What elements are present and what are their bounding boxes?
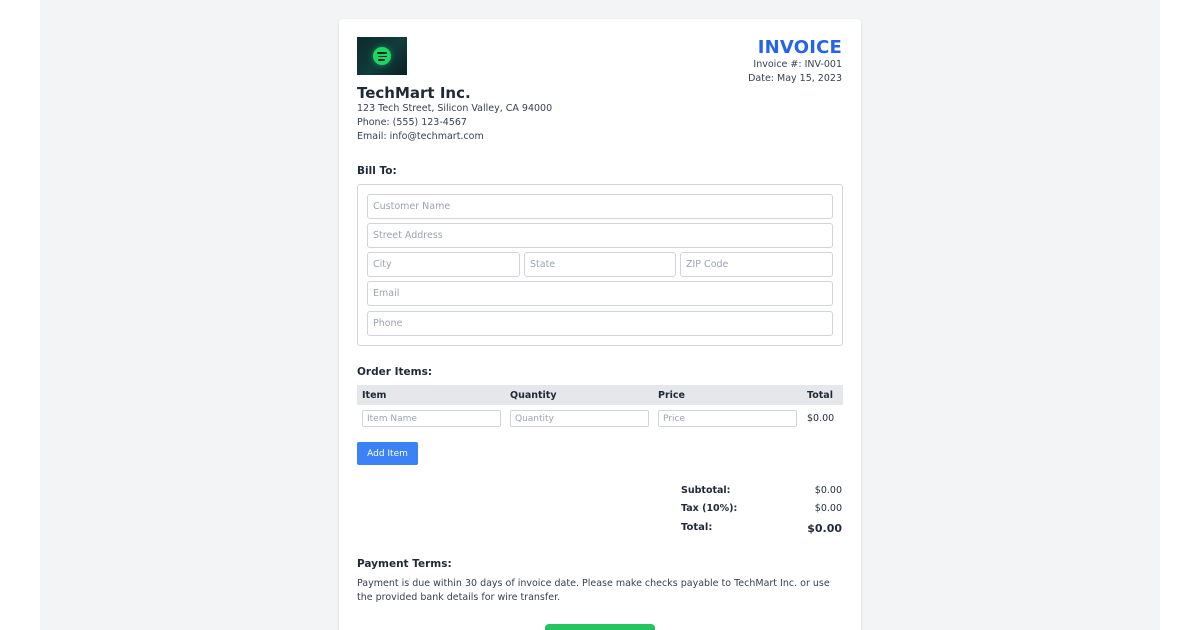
- row-total: $0.00: [807, 413, 835, 424]
- company-name: TechMart Inc.: [357, 84, 471, 102]
- add-item-button[interactable]: Add Item: [357, 442, 418, 465]
- zip-code-input[interactable]: [680, 252, 833, 277]
- order-items-title: Order Items:: [357, 366, 433, 378]
- bill-to-title: Bill To:: [357, 165, 397, 177]
- email-input[interactable]: [367, 281, 833, 306]
- tax-value: $0.00: [814, 503, 842, 514]
- total-label: Total:: [681, 522, 713, 533]
- company-phone: Phone: (555) 123-4567: [357, 117, 467, 128]
- street-address-input[interactable]: [367, 223, 833, 248]
- tax-label: Tax (10%):: [681, 503, 738, 514]
- column-header-price: Price: [658, 390, 685, 401]
- music-streaming-logo-icon: [373, 47, 391, 65]
- subtotal-label: Subtotal:: [681, 485, 731, 496]
- subtotal-value: $0.00: [814, 485, 842, 496]
- payment-terms-title: Payment Terms:: [357, 558, 452, 570]
- column-header-item: Item: [362, 390, 387, 401]
- order-table-header: [357, 385, 843, 405]
- company-email: Email: info@techmart.com: [357, 131, 484, 142]
- column-header-total: Total: [807, 390, 833, 401]
- city-input[interactable]: [367, 252, 520, 277]
- submit-invoice-button[interactable]: [545, 624, 655, 630]
- quantity-input[interactable]: [510, 410, 649, 427]
- company-address: 123 Tech Street, Silicon Valley, CA 9400…: [357, 103, 553, 114]
- price-input[interactable]: [658, 410, 797, 427]
- payment-terms-text: Payment is due within 30 days of invoice…: [357, 578, 830, 603]
- company-logo: [357, 37, 407, 75]
- customer-name-input[interactable]: [367, 194, 833, 219]
- invoice-title: INVOICE: [757, 37, 842, 58]
- item-name-input[interactable]: [362, 410, 501, 427]
- invoice-date: Date: May 15, 2023: [748, 73, 842, 84]
- invoice-number: Invoice #: INV-001: [753, 59, 842, 70]
- state-input[interactable]: [524, 252, 676, 277]
- column-header-quantity: Quantity: [510, 390, 557, 401]
- total-value: $0.00: [807, 522, 842, 535]
- phone-input[interactable]: [367, 311, 833, 336]
